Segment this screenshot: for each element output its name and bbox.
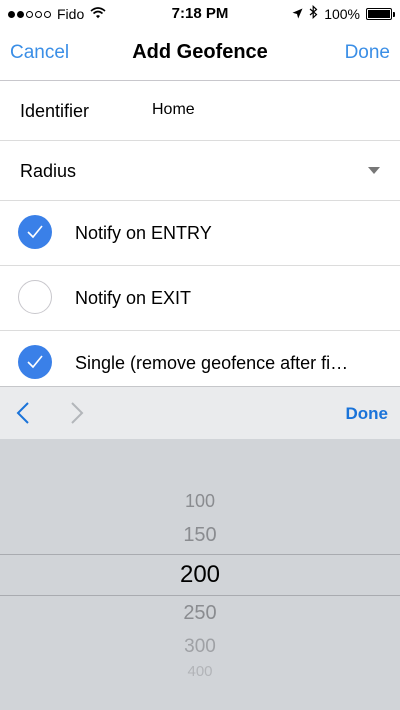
radius-picker[interactable]: 100 150 200 250 300 400	[0, 439, 400, 710]
notify-exit-row[interactable]: Notify on EXIT	[0, 266, 400, 331]
checkmark-icon	[27, 355, 43, 369]
notify-entry-row[interactable]: Notify on ENTRY	[0, 201, 400, 266]
picker-item[interactable]: 100	[0, 491, 400, 512]
geofence-form: Identifier Home Radius Notify on ENTRY N…	[0, 81, 400, 395]
picker-item[interactable]: 400	[0, 663, 400, 680]
picker-item-selected[interactable]: 200	[0, 561, 400, 589]
done-button[interactable]: Done	[345, 42, 390, 64]
battery-percent: 100%	[324, 5, 360, 22]
chevron-left-icon	[16, 402, 29, 424]
picker-item[interactable]: 150	[0, 524, 400, 547]
single-label: Single (remove geofence after fi…	[75, 353, 349, 373]
picker-item[interactable]: 300	[0, 636, 400, 658]
battery-icon	[366, 7, 395, 20]
radius-label: Radius	[20, 161, 77, 181]
picker-item[interactable]: 250	[0, 602, 400, 625]
identifier-label: Identifier	[20, 101, 90, 121]
status-bar: Fido 7:18 PM 100%	[0, 0, 400, 28]
navigation-bar: Cancel Add Geofence Done	[0, 28, 400, 81]
checkmark-icon	[27, 225, 43, 239]
notify-exit-label: Notify on EXIT	[75, 288, 192, 308]
keyboard-done-button[interactable]: Done	[346, 404, 389, 424]
radius-row[interactable]: Radius	[0, 141, 400, 201]
status-right: 100%	[292, 5, 395, 22]
page-title: Add Geofence	[132, 41, 268, 63]
notify-exit-checkbox[interactable]	[18, 280, 52, 314]
location-arrow-icon	[292, 6, 303, 22]
identifier-field[interactable]: Home	[152, 101, 195, 119]
identifier-row[interactable]: Identifier Home	[0, 81, 400, 141]
chevron-right-icon	[71, 402, 84, 424]
notify-entry-checkbox[interactable]	[18, 215, 52, 249]
next-field-button[interactable]	[70, 401, 84, 430]
notify-entry-label: Notify on ENTRY	[75, 223, 212, 243]
bluetooth-icon	[309, 5, 318, 22]
single-checkbox[interactable]	[18, 345, 52, 379]
previous-field-button[interactable]	[16, 401, 30, 430]
keyboard-accessory-bar: Done	[0, 386, 400, 439]
dropdown-arrow-icon[interactable]	[368, 167, 380, 174]
